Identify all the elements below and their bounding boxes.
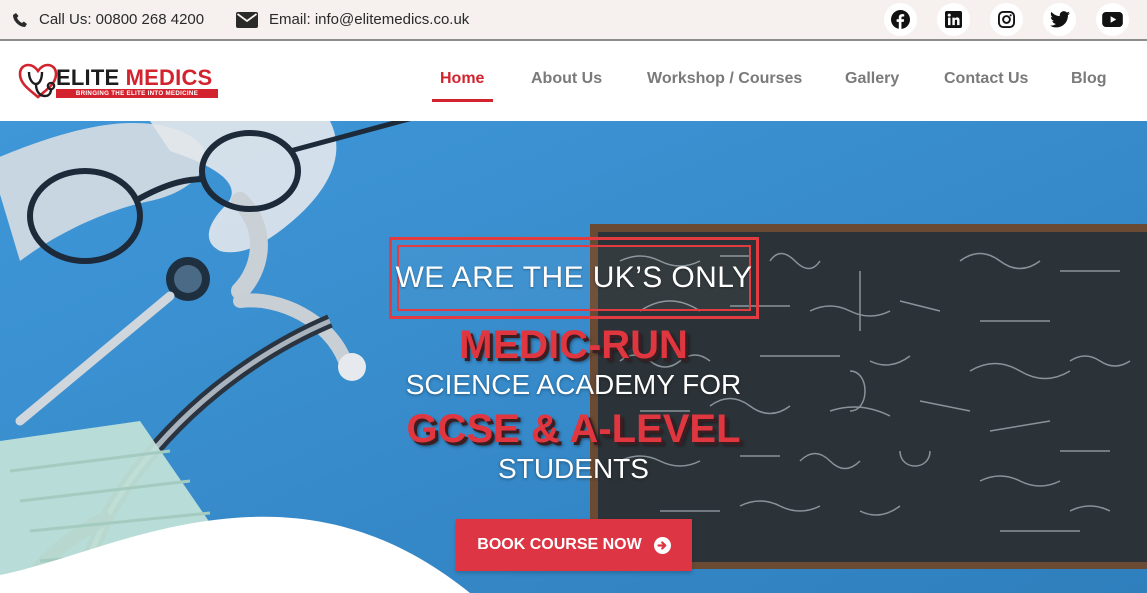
headline-science-academy: SCIENCE ACADEMY FOR: [405, 369, 742, 400]
heart-stethoscope-icon: [18, 63, 58, 99]
headline-boxed-text: WE ARE THE UK’S ONLY: [395, 261, 753, 294]
email-text: Email: info@elitemedics.co.uk: [269, 11, 470, 28]
phone-contact[interactable]: Call Us: 00800 268 4200: [12, 0, 204, 39]
nav-item-about-us[interactable]: About Us: [531, 70, 602, 88]
logo-title: ELITE MEDICS: [56, 65, 212, 91]
active-nav-indicator: [432, 99, 493, 102]
headline-medic-run: MEDIC-RUN: [459, 323, 688, 367]
nav-item-workshop-courses[interactable]: Workshop / Courses: [647, 70, 802, 88]
instagram-icon[interactable]: [990, 3, 1023, 36]
logo-title-part2: MEDICS: [125, 65, 213, 90]
nav-item-contact-us[interactable]: Contact Us: [944, 70, 1028, 88]
nav-item-gallery[interactable]: Gallery: [845, 70, 899, 88]
nav-item-blog[interactable]: Blog: [1071, 70, 1107, 88]
hero-section: WE ARE THE UK’S ONLY MEDIC-RUN SCIENCE A…: [0, 121, 1147, 593]
youtube-icon[interactable]: [1096, 3, 1129, 36]
twitter-icon[interactable]: [1043, 3, 1076, 36]
top-contact-bar: Call Us: 00800 268 4200 Email: info@elit…: [0, 0, 1147, 41]
nav-item-home[interactable]: Home: [440, 70, 484, 88]
email-contact[interactable]: Email: info@elitemedics.co.uk: [236, 0, 469, 39]
headline-frame: WE ARE THE UK’S ONLY: [389, 237, 759, 319]
linkedin-icon[interactable]: [937, 3, 970, 36]
logo-tagline: BRINGING THE ELITE INTO MEDICINE: [56, 89, 218, 98]
envelope-icon: [236, 11, 258, 28]
site-header: ELITE MEDICS BRINGING THE ELITE INTO MED…: [0, 41, 1147, 121]
phone-icon: [12, 12, 28, 28]
social-links: [884, 3, 1129, 36]
headline-gcse-alevel: GCSE & A-LEVEL: [406, 407, 741, 451]
headline-students: STUDENTS: [498, 453, 649, 484]
logo-title-part1: ELITE: [56, 65, 120, 90]
hero-bottom-wave: [0, 516, 470, 593]
site-logo[interactable]: ELITE MEDICS BRINGING THE ELITE INTO MED…: [18, 63, 223, 103]
facebook-icon[interactable]: [884, 3, 917, 36]
phone-text: Call Us: 00800 268 4200: [39, 11, 205, 28]
